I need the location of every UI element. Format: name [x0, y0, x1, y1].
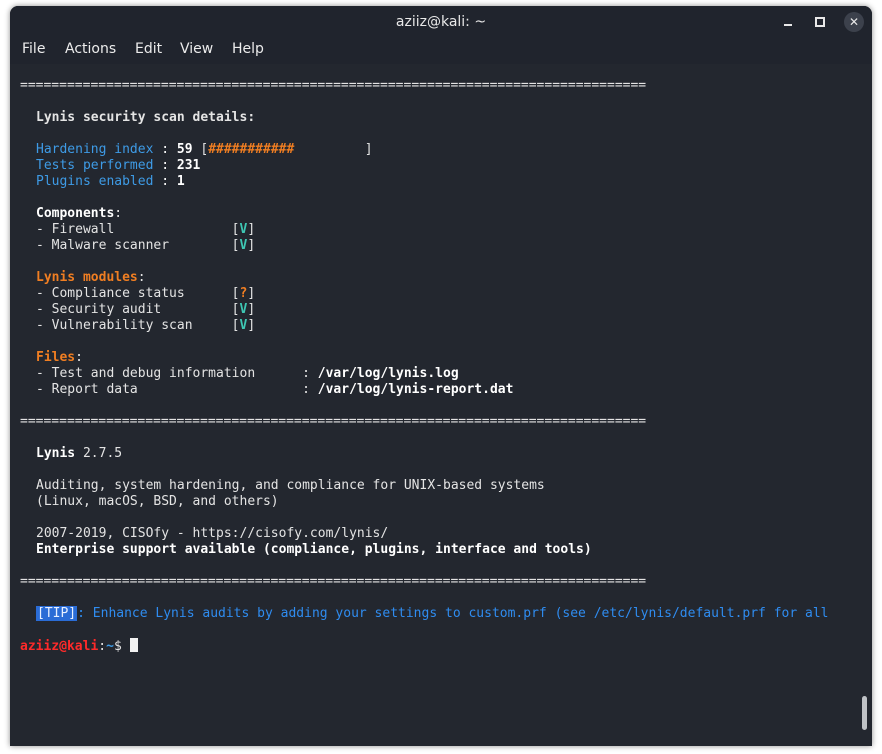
window-title: aziiz@kali: ~: [395, 14, 487, 30]
file-path: /var/log/lynis.log: [317, 366, 459, 381]
components-heading: Components:: [36, 206, 123, 221]
menu-help[interactable]: Help: [230, 41, 266, 57]
files-heading: Files:: [36, 350, 83, 365]
file-debug-log: - Test and debug information : /var/log/…: [36, 366, 459, 381]
prompt-path: ~: [106, 639, 114, 654]
separator-line: ========================================…: [20, 414, 647, 429]
scan-details-heading: Lynis security scan details:: [36, 110, 256, 125]
menu-edit[interactable]: Edit: [133, 41, 164, 57]
status-badge: ?: [239, 286, 248, 301]
menu-actions[interactable]: Actions: [63, 41, 118, 57]
component-malware-scanner: - Malware scanner [V]: [36, 238, 256, 253]
hardening-index-label: Hardening index: [36, 142, 154, 157]
hardening-index-line: Hardening index : 59 [########### ]: [36, 142, 373, 157]
plugins-enabled-value: 1: [176, 174, 185, 189]
maximize-icon[interactable]: [810, 12, 830, 32]
shell-prompt[interactable]: aziiz@kali:~$: [20, 638, 138, 654]
vertical-scrollbar[interactable]: [858, 64, 872, 746]
menu-view[interactable]: View: [178, 41, 215, 57]
version-number: 2.7.5: [75, 446, 123, 461]
modules-heading: Lynis modules:: [36, 270, 146, 285]
tests-performed-line: Tests performed : 231: [36, 158, 201, 173]
prompt-user-host: aziiz@kali: [20, 639, 99, 654]
minimize-icon[interactable]: [778, 12, 798, 32]
text-cursor: [129, 638, 138, 652]
tests-performed-value: 231: [176, 158, 201, 173]
scrollbar-thumb[interactable]: [862, 696, 867, 730]
tip-text: : Enhance Lynis audits by adding your se…: [77, 606, 829, 621]
module-security-audit: - Security audit [V]: [36, 302, 256, 317]
title-bar[interactable]: aziiz@kali: ~ ✕: [10, 6, 872, 38]
separator-line: ========================================…: [20, 78, 647, 93]
tip-line: [TIP]: Enhance Lynis audits by adding yo…: [36, 606, 829, 622]
plugins-enabled-line: Plugins enabled : 1: [36, 174, 185, 189]
file-path: /var/log/lynis-report.dat: [317, 382, 514, 397]
menu-bar: File Actions Edit View Help: [10, 38, 872, 64]
file-report-data: - Report data : /var/log/lynis-report.da…: [36, 382, 514, 397]
tip-badge: [TIP]: [36, 606, 78, 621]
enterprise-support-line: Enterprise support available (compliance…: [36, 542, 592, 557]
close-icon[interactable]: ✕: [844, 12, 864, 32]
component-firewall: - Firewall [V]: [36, 222, 256, 237]
status-badge: V: [239, 238, 248, 253]
terminal-output[interactable]: ========================================…: [10, 64, 858, 746]
hardening-progress-bar: ###########: [208, 142, 295, 157]
terminal-window: aziiz@kali: ~ ✕ File Actions Edit View H…: [10, 6, 872, 746]
description-line: Auditing, system hardening, and complian…: [36, 478, 545, 493]
status-badge: V: [239, 302, 248, 317]
separator-line: ========================================…: [20, 574, 647, 589]
module-vulnerability-scan: - Vulnerability scan [V]: [36, 318, 256, 333]
module-compliance-status: - Compliance status [?]: [36, 286, 256, 301]
status-badge: V: [239, 222, 248, 237]
menu-file[interactable]: File: [20, 41, 47, 57]
description-line: (Linux, macOS, BSD, and others): [36, 494, 279, 509]
hardening-index-value: 59: [176, 142, 193, 157]
version-line: Lynis 2.7.5: [36, 446, 123, 461]
copyright-line: 2007-2019, CISOfy - https://cisofy.com/l…: [36, 526, 389, 541]
status-badge: V: [239, 318, 248, 333]
